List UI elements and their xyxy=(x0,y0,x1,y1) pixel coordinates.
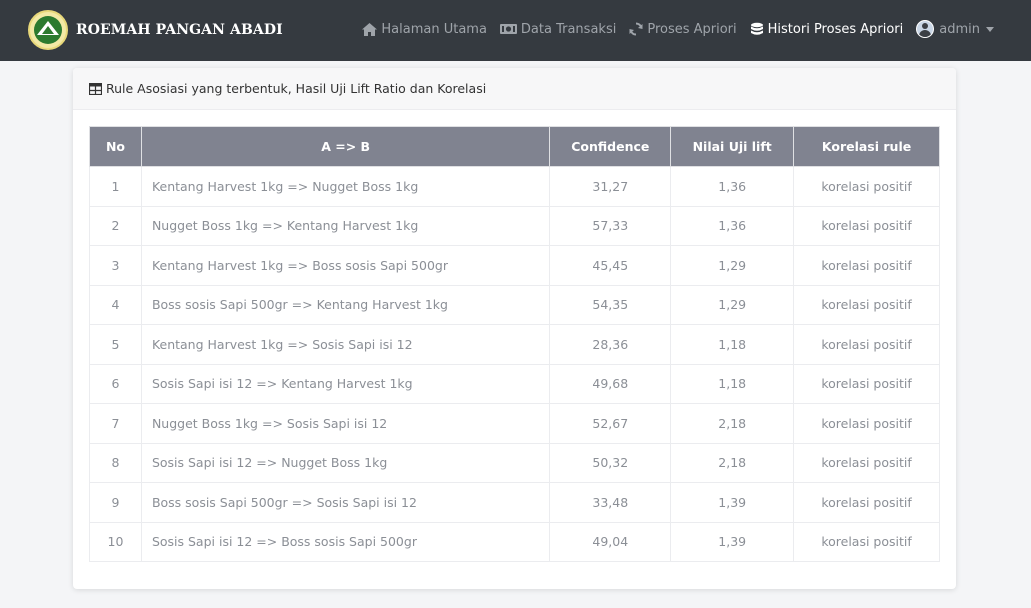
header-lift: Nilai Uji lift xyxy=(670,126,795,167)
user-menu-dropdown[interactable]: admin xyxy=(916,20,994,38)
table-row: 1 Kentang Harvest 1kg => Nugget Boss 1kg… xyxy=(89,166,940,207)
cell-korelasi: korelasi positif xyxy=(793,363,940,404)
cell-korelasi: korelasi positif xyxy=(793,205,940,246)
association-rules-table: No A => B Confidence Nilai Uji lift Kore… xyxy=(89,126,940,562)
table-row: 8 Sosis Sapi isi 12 => Nugget Boss 1kg 5… xyxy=(89,442,940,483)
user-name: admin xyxy=(939,21,980,37)
header-rule: A => B xyxy=(140,126,551,167)
cell-rule: Sosis Sapi isi 12 => Boss sosis Sapi 500… xyxy=(140,521,551,562)
cell-no: 2 xyxy=(89,205,142,246)
top-navbar: ROEMAH PANGAN ABADI Halaman Utama Data T… xyxy=(0,0,1031,61)
cell-lift: 2,18 xyxy=(670,403,795,444)
cell-rule: Boss sosis Sapi 500gr => Kentang Harvest… xyxy=(140,284,551,325)
cell-korelasi: korelasi positif xyxy=(793,442,940,483)
caret-down-icon xyxy=(986,26,994,32)
avatar xyxy=(916,20,935,38)
table-header-row: No A => B Confidence Nilai Uji lift Kore… xyxy=(89,126,940,167)
nav-item-histori-proses-apriori[interactable]: Histori Proses Apriori xyxy=(750,21,904,37)
cell-confidence: 28,36 xyxy=(549,324,672,365)
cell-lift: 1,29 xyxy=(670,245,795,286)
card-title: Rule Asosiasi yang terbentuk, Hasil Uji … xyxy=(106,81,487,96)
nav-item-halaman-utama[interactable]: Halaman Utama xyxy=(362,22,487,37)
table-row: 3 Kentang Harvest 1kg => Boss sosis Sapi… xyxy=(89,245,940,286)
cell-confidence: 31,27 xyxy=(549,166,672,207)
brand-name: ROEMAH PANGAN ABADI xyxy=(76,22,283,38)
cell-confidence: 33,48 xyxy=(549,482,672,523)
cell-no: 7 xyxy=(89,403,142,444)
card-header: Rule Asosiasi yang terbentuk, Hasil Uji … xyxy=(73,68,956,110)
cell-rule: Boss sosis Sapi 500gr => Sosis Sapi isi … xyxy=(140,482,551,523)
cell-lift: 2,18 xyxy=(670,442,795,483)
cell-rule: Sosis Sapi isi 12 => Nugget Boss 1kg xyxy=(140,442,551,483)
cell-lift: 1,18 xyxy=(670,324,795,365)
cell-korelasi: korelasi positif xyxy=(793,482,940,523)
brand-logo xyxy=(28,10,68,50)
cell-rule: Nugget Boss 1kg => Sosis Sapi isi 12 xyxy=(140,403,551,444)
nav-label: Histori Proses Apriori xyxy=(767,21,904,37)
cell-lift: 1,39 xyxy=(670,482,795,523)
database-icon xyxy=(750,22,763,35)
header-confidence: Confidence xyxy=(549,126,672,167)
table-row: 2 Nugget Boss 1kg => Kentang Harvest 1kg… xyxy=(89,205,940,246)
cell-no: 9 xyxy=(89,482,142,523)
cell-no: 4 xyxy=(89,284,142,325)
cell-korelasi: korelasi positif xyxy=(793,166,940,207)
sync-icon xyxy=(629,22,643,36)
cell-lift: 1,29 xyxy=(670,284,795,325)
cell-no: 3 xyxy=(89,245,142,286)
cell-confidence: 45,45 xyxy=(549,245,672,286)
cell-rule: Sosis Sapi isi 12 => Kentang Harvest 1kg xyxy=(140,363,551,404)
cell-no: 1 xyxy=(89,166,142,207)
table-row: 7 Nugget Boss 1kg => Sosis Sapi isi 12 5… xyxy=(89,403,940,444)
home-icon xyxy=(362,22,378,36)
cell-lift: 1,36 xyxy=(670,166,795,207)
table-row: 10 Sosis Sapi isi 12 => Boss sosis Sapi … xyxy=(89,521,940,562)
cell-rule: Kentang Harvest 1kg => Nugget Boss 1kg xyxy=(140,166,551,207)
cell-korelasi: korelasi positif xyxy=(793,403,940,444)
cell-confidence: 49,68 xyxy=(549,363,672,404)
cell-korelasi: korelasi positif xyxy=(793,245,940,286)
nav-label: Halaman Utama xyxy=(381,21,487,37)
table-row: 4 Boss sosis Sapi 500gr => Kentang Harve… xyxy=(89,284,940,325)
cell-rule: Kentang Harvest 1kg => Sosis Sapi isi 12 xyxy=(140,324,551,365)
table-icon xyxy=(89,82,102,95)
table-row: 6 Sosis Sapi isi 12 => Kentang Harvest 1… xyxy=(89,363,940,404)
nav-item-data-transaksi[interactable]: Data Transaksi xyxy=(499,21,617,37)
cell-korelasi: korelasi positif xyxy=(793,284,940,325)
cell-no: 5 xyxy=(89,324,142,365)
table-row: 9 Boss sosis Sapi 500gr => Sosis Sapi is… xyxy=(89,482,940,523)
money-icon xyxy=(499,24,517,34)
cell-lift: 1,36 xyxy=(670,205,795,246)
cell-no: 10 xyxy=(89,521,142,562)
nav-item-proses-apriori[interactable]: Proses Apriori xyxy=(629,21,737,37)
results-card: Rule Asosiasi yang terbentuk, Hasil Uji … xyxy=(73,68,956,589)
cell-confidence: 50,32 xyxy=(549,442,672,483)
cell-confidence: 52,67 xyxy=(549,403,672,444)
brand[interactable]: ROEMAH PANGAN ABADI xyxy=(28,10,283,50)
cell-lift: 1,39 xyxy=(670,521,795,562)
table-row: 5 Kentang Harvest 1kg => Sosis Sapi isi … xyxy=(89,324,940,365)
header-korelasi: Korelasi rule xyxy=(793,126,940,167)
cell-confidence: 49,04 xyxy=(549,521,672,562)
header-no: No xyxy=(89,126,142,167)
cell-korelasi: korelasi positif xyxy=(793,324,940,365)
cell-rule: Kentang Harvest 1kg => Boss sosis Sapi 5… xyxy=(140,245,551,286)
nav-label: Proses Apriori xyxy=(647,21,737,37)
cell-confidence: 57,33 xyxy=(549,205,672,246)
cell-lift: 1,18 xyxy=(670,363,795,404)
cell-confidence: 54,35 xyxy=(549,284,672,325)
main-nav: Halaman Utama Data Transaksi Proses Apri… xyxy=(349,20,994,38)
cell-no: 6 xyxy=(89,363,142,404)
nav-label: Data Transaksi xyxy=(520,21,617,37)
cell-korelasi: korelasi positif xyxy=(793,521,940,562)
cell-no: 8 xyxy=(89,442,142,483)
cell-rule: Nugget Boss 1kg => Kentang Harvest 1kg xyxy=(140,205,551,246)
